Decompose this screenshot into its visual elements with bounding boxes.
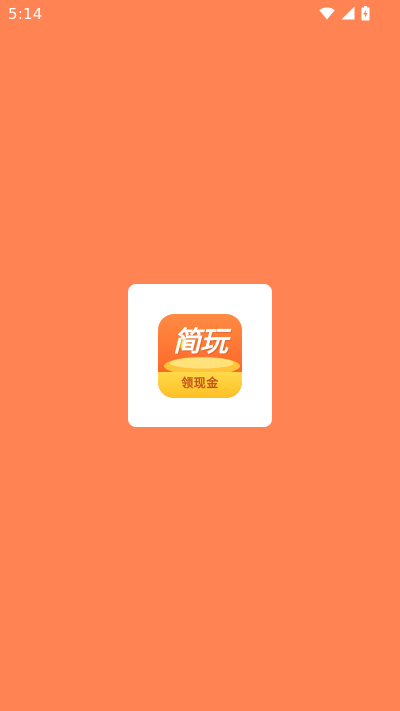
status-icons: [319, 5, 370, 21]
battery-charging-icon: [361, 5, 370, 21]
splash-screen: 5:14 简玩 领现金: [0, 0, 400, 711]
app-logo-banner-label: 领现金: [181, 376, 219, 390]
status-time: 5:14: [8, 5, 43, 23]
wifi-icon: [319, 7, 335, 20]
status-bar: 5:14: [0, 0, 400, 28]
app-logo-title: 简玩: [172, 325, 228, 358]
cell-signal-icon: [341, 6, 355, 20]
app-logo-icon: 简玩 领现金: [158, 314, 242, 398]
splash-card: 简玩 领现金: [128, 284, 272, 427]
